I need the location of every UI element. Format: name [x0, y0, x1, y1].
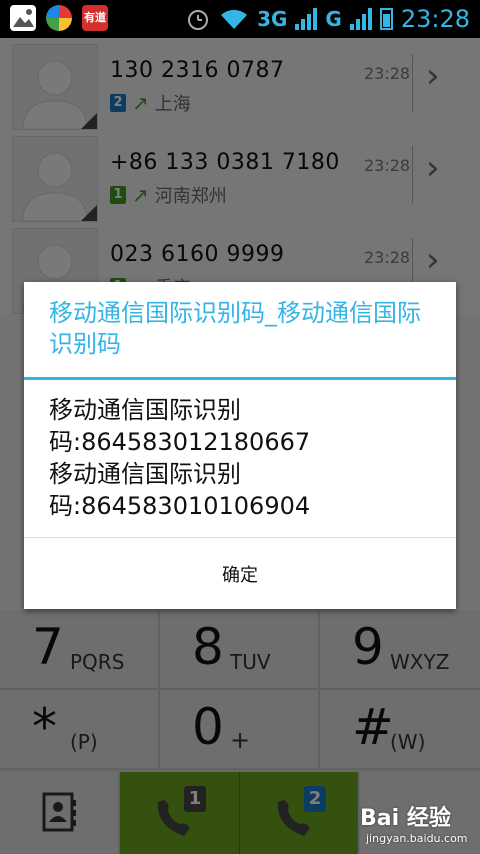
dialog-title-divider: [24, 377, 456, 380]
imei-line: 移动通信国际识别: [49, 396, 241, 424]
battery-icon: [379, 8, 393, 30]
alarm-icon: [188, 10, 209, 30]
ok-button[interactable]: 确定: [24, 538, 456, 609]
imei-line: 码:864583012180667: [49, 428, 311, 456]
imei-line: 移动通信国际识别: [49, 460, 241, 488]
imei-dialog: 移动通信国际识别码_移动通信国际识别码 移动通信国际识别 码:864583012…: [24, 282, 456, 609]
signal-sim2-icon: [349, 8, 372, 30]
network-g-label: G: [325, 7, 342, 31]
gallery-icon: [10, 5, 36, 31]
network-3g-label: 3G: [257, 7, 288, 31]
app-store-icon: [46, 5, 72, 31]
baidu-watermark: Bai 经验: [360, 806, 451, 831]
dialog-title: 移动通信国际识别码_移动通信国际识别码: [49, 299, 421, 358]
imei-line: 码:864583010106904: [49, 492, 311, 520]
dialog-message: 移动通信国际识别 码:864583012180667 移动通信国际识别 码:86…: [49, 394, 444, 522]
youdao-icon: 有道: [82, 5, 108, 31]
wifi-icon: [221, 9, 248, 29]
watermark-url: jingyan.baidu.com: [366, 832, 468, 845]
signal-sim1-icon: [295, 8, 318, 30]
clock: 23:28: [400, 5, 470, 33]
status-bar: 有道 3G G 23:28: [0, 0, 480, 38]
